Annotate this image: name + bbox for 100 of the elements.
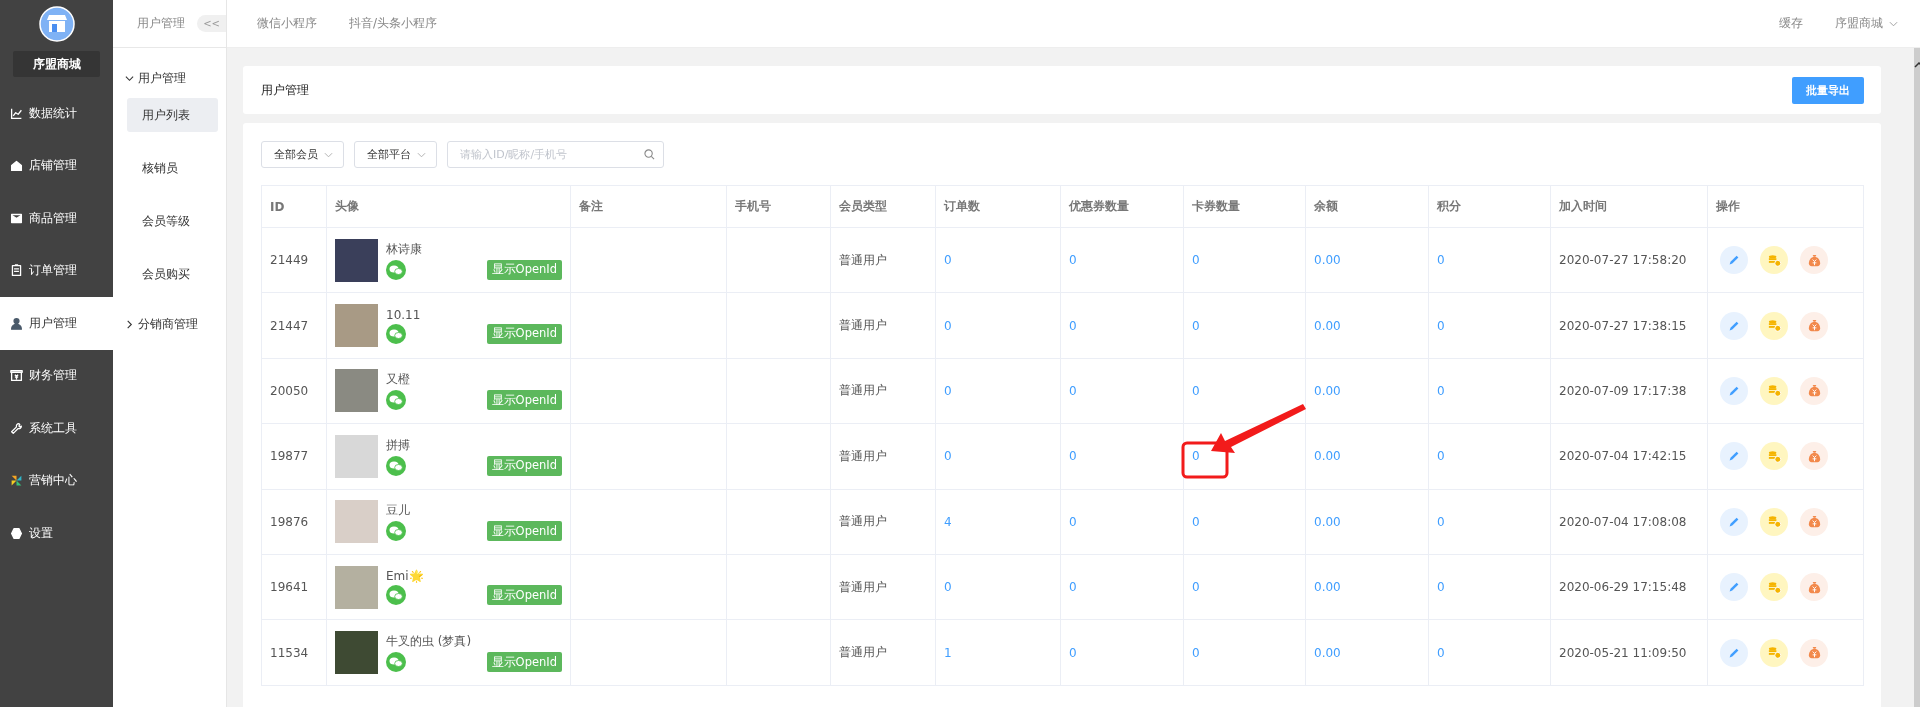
submenu-item[interactable]: 会员等级	[127, 204, 218, 238]
show-openid-button[interactable]: 显示OpenId	[486, 390, 562, 411]
points-link[interactable]: 0	[1437, 383, 1445, 398]
money-bag-icon[interactable]	[1800, 246, 1828, 275]
money-bag-icon[interactable]	[1800, 442, 1828, 471]
points-link[interactable]: 0	[1437, 580, 1445, 595]
table-cell: 普通用户	[830, 227, 936, 293]
sidebar-item[interactable]: 用户管理	[0, 297, 113, 350]
column-header: 备注	[570, 185, 727, 228]
money-bag-icon[interactable]	[1800, 507, 1828, 536]
show-openid-button[interactable]: 显示OpenId	[486, 259, 562, 280]
coupon-count-link[interactable]: 0	[1069, 383, 1077, 398]
coins-icon[interactable]	[1760, 246, 1788, 275]
coins-icon[interactable]	[1760, 376, 1788, 405]
order-count-link[interactable]: 0	[944, 580, 952, 595]
money-bag-icon[interactable]	[1800, 376, 1828, 405]
coupon-count-link[interactable]: 0	[1069, 580, 1077, 595]
coins-icon[interactable]	[1760, 442, 1788, 471]
show-openid-button[interactable]: 显示OpenId	[486, 585, 562, 606]
order-count-link[interactable]: 0	[944, 318, 952, 333]
edit-icon[interactable]	[1720, 246, 1748, 275]
order-count-link[interactable]: 4	[944, 514, 952, 529]
card-count-link[interactable]: 0	[1192, 514, 1200, 529]
card-count-link[interactable]: 0	[1192, 645, 1200, 660]
balance-link[interactable]: 0.00	[1314, 645, 1341, 660]
order-count-link[interactable]: 0	[944, 449, 952, 464]
points-link[interactable]: 0	[1437, 514, 1445, 529]
member-select[interactable]: 全部会员	[261, 141, 344, 168]
order-count-link[interactable]: 1	[944, 645, 952, 660]
edit-icon[interactable]	[1720, 376, 1748, 405]
coupon-count-link[interactable]: 0	[1069, 645, 1077, 660]
edit-icon[interactable]	[1720, 507, 1748, 536]
submenu-group[interactable]: 分销商管理	[113, 310, 226, 338]
card-count-link[interactable]: 0	[1192, 449, 1200, 464]
submenu-item[interactable]: 用户列表	[127, 98, 218, 132]
coupon-count-link[interactable]: 0	[1069, 514, 1077, 529]
edit-icon[interactable]	[1720, 311, 1748, 340]
nickname: 拼搏	[386, 436, 411, 454]
money-bag-icon[interactable]	[1800, 638, 1828, 667]
export-button[interactable]: 批量导出	[1792, 76, 1864, 104]
edit-icon[interactable]	[1720, 442, 1748, 471]
show-openid-button[interactable]: 显示OpenId	[486, 652, 562, 673]
account-menu[interactable]: 序盟商城	[1835, 15, 1898, 32]
balance-link[interactable]: 0.00	[1314, 514, 1341, 529]
table-cell: 11534	[261, 619, 327, 686]
balance-link[interactable]: 0.00	[1314, 253, 1341, 268]
coupon-count-link[interactable]: 0	[1069, 318, 1077, 333]
table-cell: 2020-06-29 17:15:48	[1550, 554, 1708, 620]
menu-icon	[10, 159, 23, 173]
sidebar-item[interactable]: 数据统计	[0, 87, 113, 140]
card-count-link[interactable]: 0	[1192, 580, 1200, 595]
sidebar-item[interactable]: 订单管理	[0, 244, 113, 297]
cache-link[interactable]: 缓存	[1779, 15, 1803, 32]
submenu-item[interactable]: 核销员	[127, 151, 218, 185]
submenu-item[interactable]: 会员购买	[127, 257, 218, 291]
nickname: 林诗康	[386, 240, 423, 258]
balance-link[interactable]: 0.00	[1314, 580, 1341, 595]
chat-bubbles-icon	[386, 390, 406, 411]
nickname: Emi🌟	[386, 569, 425, 584]
money-bag-icon[interactable]	[1800, 311, 1828, 340]
balance-link[interactable]: 0.00	[1314, 449, 1341, 464]
points-link[interactable]: 0	[1437, 449, 1445, 464]
points-link[interactable]: 0	[1437, 645, 1445, 660]
points-link[interactable]: 0	[1437, 318, 1445, 333]
sidebar-item[interactable]: 营销中心	[0, 454, 113, 507]
platform-tab[interactable]: 微信小程序	[257, 15, 317, 32]
menu-icon	[10, 421, 23, 435]
card-count-link[interactable]: 0	[1192, 383, 1200, 398]
coupon-count-link[interactable]: 0	[1069, 449, 1077, 464]
nickname: 豆儿	[386, 502, 411, 520]
submenu-group[interactable]: 用户管理	[113, 64, 226, 92]
sidebar-item[interactable]: 商品管理	[0, 192, 113, 245]
coins-icon[interactable]	[1760, 638, 1788, 667]
platform-tab[interactable]: 抖音/头条小程序	[349, 15, 438, 32]
table-cell: 19876	[261, 489, 327, 555]
column-header: 加入时间	[1550, 185, 1708, 228]
edit-icon[interactable]	[1720, 638, 1748, 667]
sidebar-item[interactable]: 店铺管理	[0, 139, 113, 192]
money-bag-icon[interactable]	[1800, 573, 1828, 602]
edit-icon[interactable]	[1720, 573, 1748, 602]
sidebar-item[interactable]: 设置	[0, 507, 113, 560]
platform-select[interactable]: 全部平台	[354, 141, 437, 168]
coins-icon[interactable]	[1760, 311, 1788, 340]
order-count-link[interactable]: 0	[944, 383, 952, 398]
show-openid-button[interactable]: 显示OpenId	[486, 521, 562, 542]
column-header: 优惠券数量	[1060, 185, 1184, 228]
points-link[interactable]: 0	[1437, 253, 1445, 268]
order-count-link[interactable]: 0	[944, 253, 952, 268]
card-count-link[interactable]: 0	[1192, 318, 1200, 333]
show-openid-button[interactable]: 显示OpenId	[486, 323, 562, 344]
coupon-count-link[interactable]: 0	[1069, 253, 1077, 268]
balance-link[interactable]: 0.00	[1314, 383, 1341, 398]
sidebar-item[interactable]: 财务管理	[0, 349, 113, 402]
sidebar-item[interactable]: 系统工具	[0, 402, 113, 455]
coins-icon[interactable]	[1760, 573, 1788, 602]
card-count-link[interactable]: 0	[1192, 253, 1200, 268]
balance-link[interactable]: 0.00	[1314, 318, 1341, 333]
coins-icon[interactable]	[1760, 507, 1788, 536]
collapse-button[interactable]: <<	[197, 15, 226, 32]
show-openid-button[interactable]: 显示OpenId	[486, 455, 562, 476]
